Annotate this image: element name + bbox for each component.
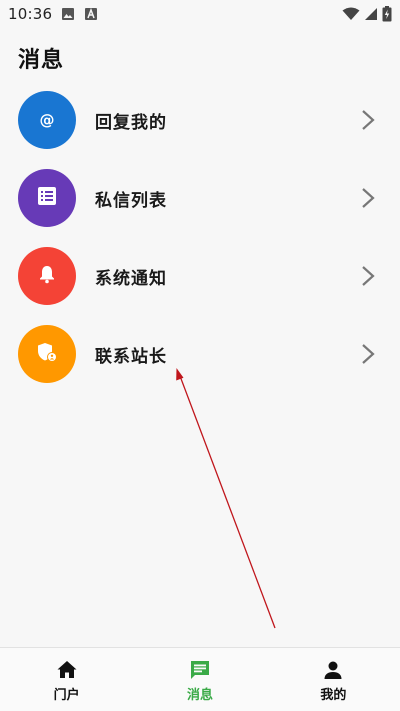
image-icon xyxy=(61,7,75,21)
replies-avatar: @ xyxy=(18,91,76,149)
chevron-right-icon xyxy=(360,108,376,132)
chevron-right-icon xyxy=(360,264,376,288)
nav-item-portal[interactable]: 门户 xyxy=(0,648,133,711)
wifi-icon xyxy=(342,7,360,21)
list-item-replies[interactable]: @ 回复我的 xyxy=(0,81,400,159)
signal-icon xyxy=(364,7,378,21)
status-right xyxy=(342,6,392,22)
text-a-icon xyxy=(84,7,98,21)
home-icon xyxy=(56,658,78,682)
list-item-label: 私信列表 xyxy=(95,190,167,211)
list-item-system-notifications[interactable]: 系统通知 xyxy=(0,237,400,315)
nav-item-me[interactable]: 我的 xyxy=(267,648,400,711)
nav-label: 消息 xyxy=(186,688,213,703)
system-notifications-avatar xyxy=(18,247,76,305)
list-icon xyxy=(37,186,57,210)
at-icon: @ xyxy=(39,111,55,129)
list-item-contact-admin[interactable]: 联系站长 xyxy=(0,315,400,393)
list-item-label: 系统通知 xyxy=(95,268,167,289)
list-item-label: 联系站长 xyxy=(95,346,167,367)
list-item-private-messages[interactable]: 私信列表 xyxy=(0,159,400,237)
page-title: 消息 xyxy=(18,48,65,73)
status-time: 10:36 xyxy=(8,5,53,23)
nav-item-messages[interactable]: 消息 xyxy=(133,648,266,711)
status-bar: 10:36 xyxy=(0,0,400,28)
contact-admin-avatar xyxy=(18,325,76,383)
status-left: 10:36 xyxy=(8,5,98,23)
message-list: @ 回复我的 私信列表 系统通知 联系站长 xyxy=(0,81,400,393)
nav-label: 我的 xyxy=(320,688,347,703)
chat-icon xyxy=(189,658,211,682)
nav-label: 门户 xyxy=(53,688,80,703)
list-item-label: 回复我的 xyxy=(95,112,167,133)
private-messages-avatar xyxy=(18,169,76,227)
person-icon xyxy=(322,658,344,682)
battery-charging-icon xyxy=(382,6,392,22)
chevron-right-icon xyxy=(360,342,376,366)
admin-shield-icon xyxy=(36,341,58,367)
chevron-right-icon xyxy=(360,186,376,210)
bell-icon xyxy=(37,264,57,288)
bottom-nav: 门户 消息 我的 xyxy=(0,647,400,711)
